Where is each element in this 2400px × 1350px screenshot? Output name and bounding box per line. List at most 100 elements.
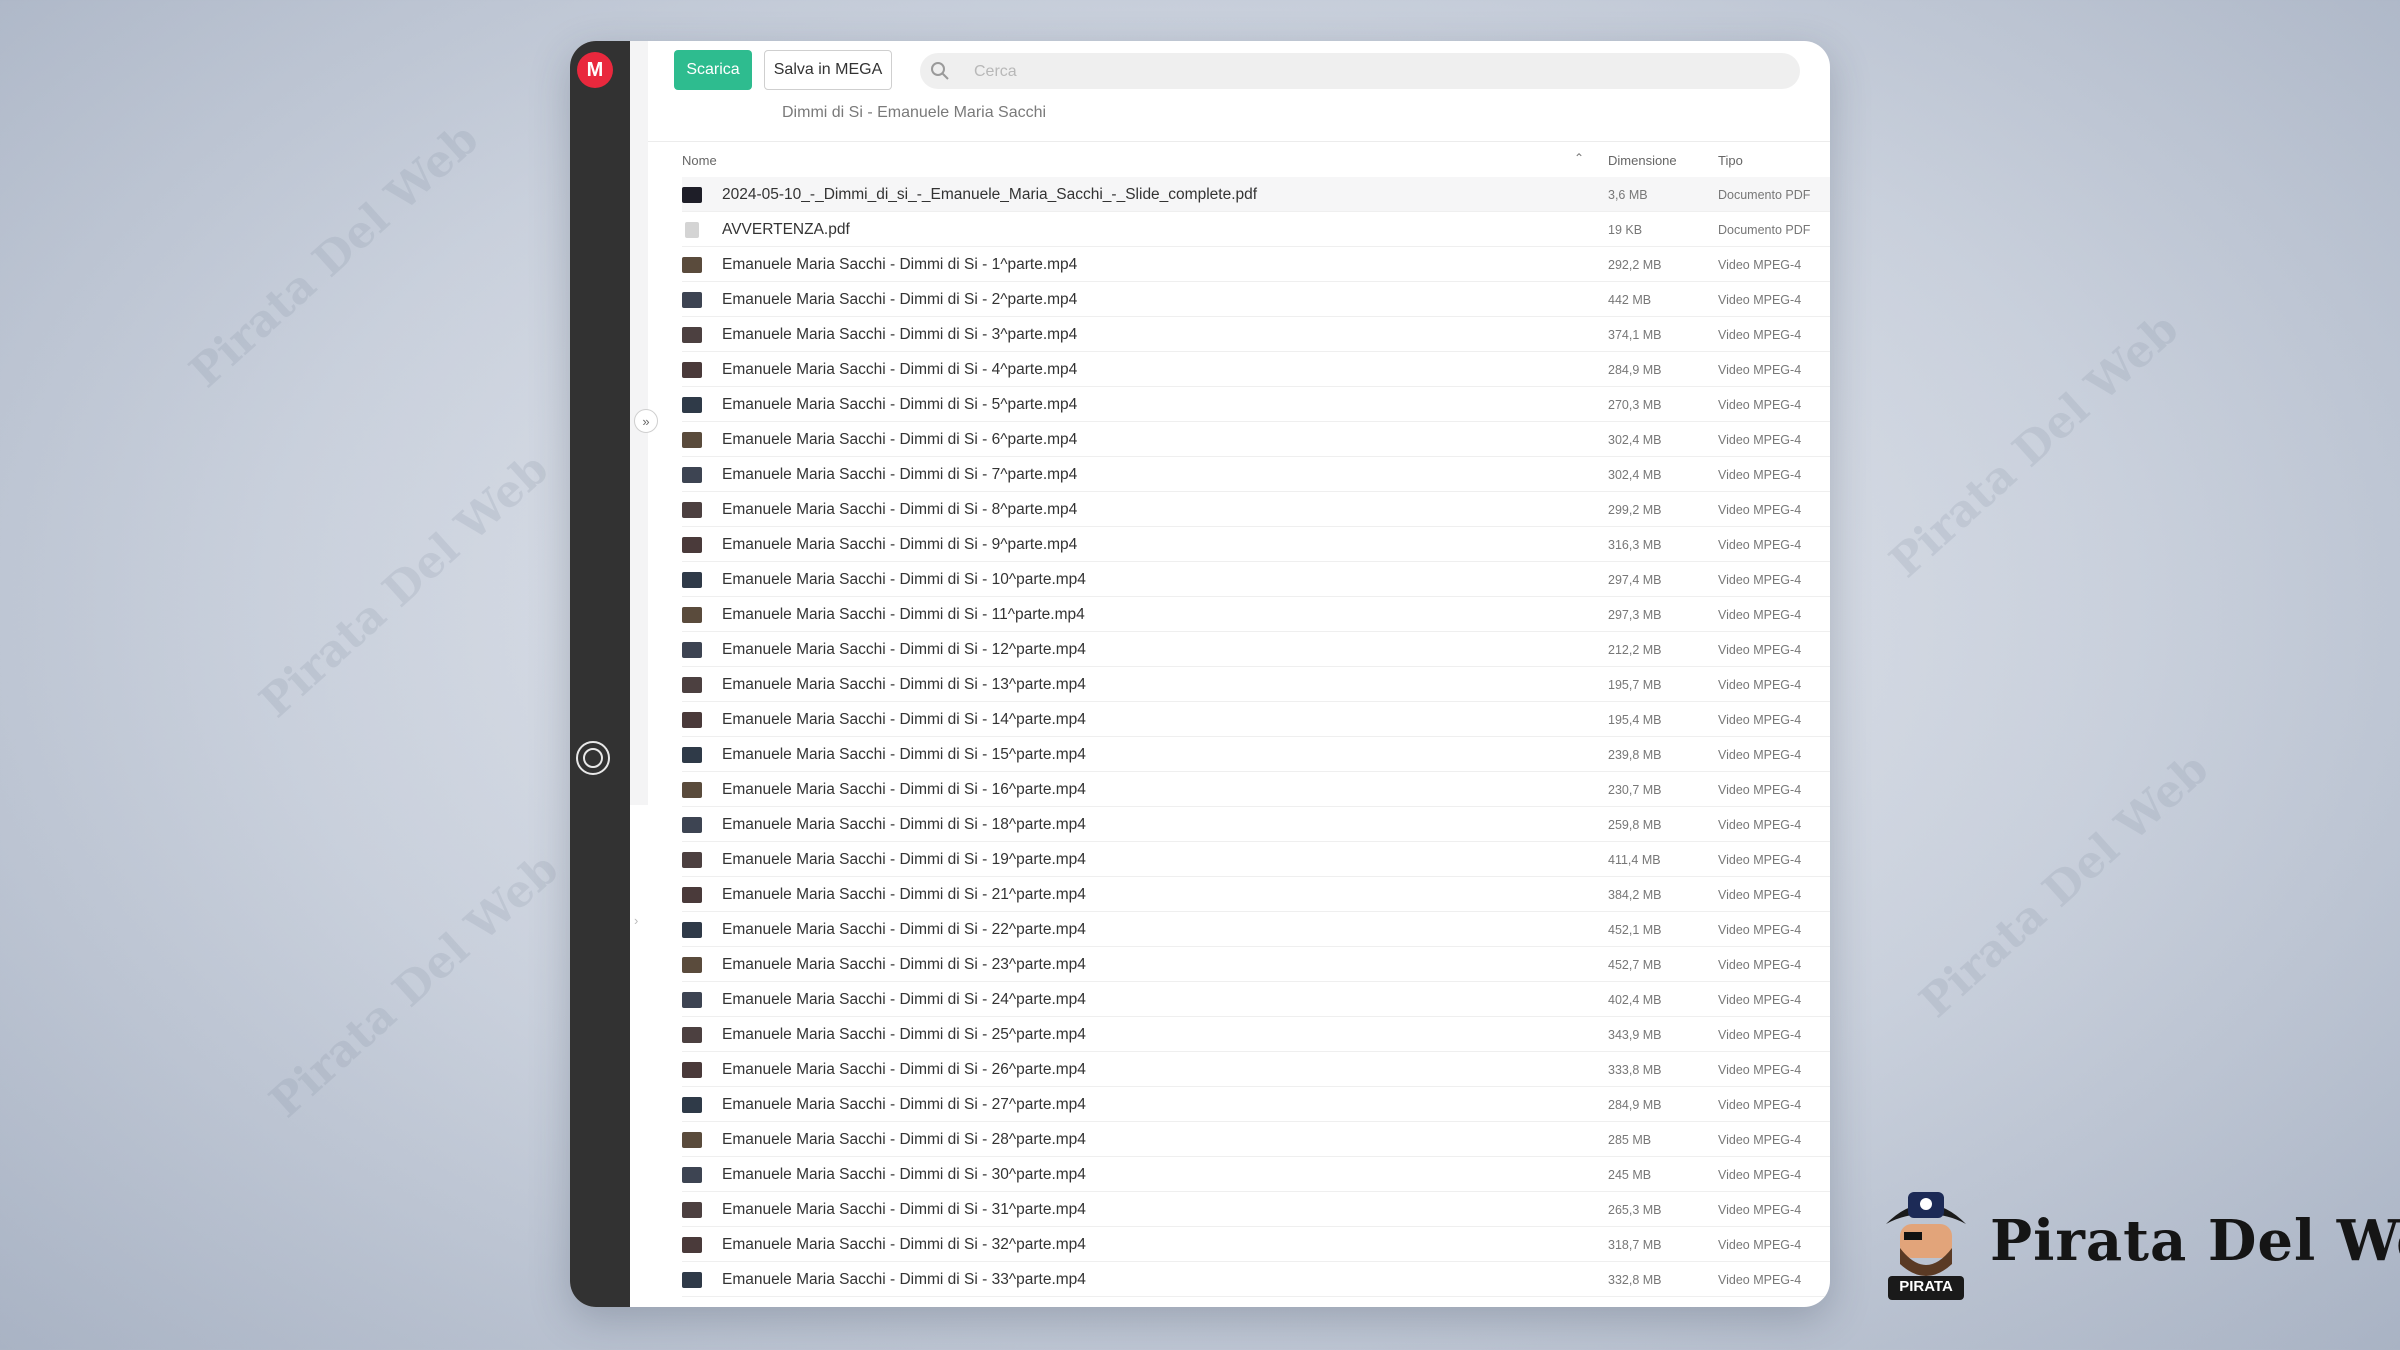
table-row[interactable]: Emanuele Maria Sacchi - Dimmi di Si - 18… — [682, 807, 1830, 842]
table-row[interactable]: Emanuele Maria Sacchi - Dimmi di Si - 25… — [682, 1017, 1830, 1052]
table-row[interactable]: Emanuele Maria Sacchi - Dimmi di Si - 14… — [682, 702, 1830, 737]
divider — [648, 141, 1830, 142]
table-row[interactable]: 2024-05-10_-_Dimmi_di_si_-_Emanuele_Mari… — [682, 177, 1830, 212]
file-name: Emanuele Maria Sacchi - Dimmi di Si - 22… — [722, 921, 1086, 938]
file-name: Emanuele Maria Sacchi - Dimmi di Si - 2^… — [722, 291, 1078, 308]
video-thumbnail — [682, 922, 702, 938]
file-size: 259,8 MB — [1608, 818, 1662, 832]
table-row[interactable]: Emanuele Maria Sacchi - Dimmi di Si - 11… — [682, 597, 1830, 632]
table-row[interactable]: Emanuele Maria Sacchi - Dimmi di Si - 9^… — [682, 527, 1830, 562]
mega-logo[interactable]: M — [577, 52, 613, 88]
file-name: AVVERTENZA.pdf — [722, 221, 850, 238]
search-input[interactable] — [972, 53, 1776, 91]
column-name[interactable]: Nome — [682, 153, 717, 168]
file-type: Video MPEG-4 — [1718, 258, 1802, 272]
video-thumbnail — [682, 502, 702, 518]
table-row[interactable]: Emanuele Maria Sacchi - Dimmi di Si - 3^… — [682, 317, 1830, 352]
video-thumbnail — [682, 677, 702, 693]
column-type[interactable]: Tipo — [1718, 153, 1743, 168]
table-row[interactable]: Emanuele Maria Sacchi - Dimmi di Si - 13… — [682, 667, 1830, 702]
file-name: Emanuele Maria Sacchi - Dimmi di Si - 4^… — [722, 361, 1078, 378]
table-row[interactable]: Emanuele Maria Sacchi - Dimmi di Si - 2^… — [682, 282, 1830, 317]
file-size: 212,2 MB — [1608, 643, 1662, 657]
video-thumbnail — [682, 817, 702, 833]
file-size: 297,3 MB — [1608, 608, 1662, 622]
file-size: 195,7 MB — [1608, 678, 1662, 692]
video-thumbnail — [682, 782, 702, 798]
file-name: Emanuele Maria Sacchi - Dimmi di Si - 26… — [722, 1061, 1086, 1078]
file-name: Emanuele Maria Sacchi - Dimmi di Si - 6^… — [722, 431, 1078, 448]
table-header: Nome ⌃ Dimensione Tipo — [682, 149, 1830, 173]
table-row[interactable]: Emanuele Maria Sacchi - Dimmi di Si - 5^… — [682, 387, 1830, 422]
file-name: Emanuele Maria Sacchi - Dimmi di Si - 32… — [722, 1236, 1086, 1253]
mega-folder-window: M » › Scarica Salva in MEGA Dimmi di Si … — [570, 41, 1830, 1307]
download-button[interactable]: Scarica — [674, 50, 752, 90]
table-row[interactable]: Emanuele Maria Sacchi - Dimmi di Si - 27… — [682, 1087, 1830, 1122]
search-bar[interactable] — [920, 53, 1800, 91]
table-row[interactable]: Emanuele Maria Sacchi - Dimmi di Si - 23… — [682, 947, 1830, 982]
brand-badge: PIRATA — [1899, 1278, 1953, 1295]
table-row[interactable]: Emanuele Maria Sacchi - Dimmi di Si - 1^… — [682, 247, 1830, 282]
table-row[interactable]: Emanuele Maria Sacchi - Dimmi di Si - 6^… — [682, 422, 1830, 457]
video-thumbnail — [682, 292, 702, 308]
video-thumbnail — [682, 852, 702, 868]
file-name: Emanuele Maria Sacchi - Dimmi di Si - 25… — [722, 1026, 1086, 1043]
file-type: Video MPEG-4 — [1718, 1273, 1802, 1287]
table-row[interactable]: Emanuele Maria Sacchi - Dimmi di Si - 30… — [682, 1157, 1830, 1192]
pdf-thumbnail — [682, 187, 702, 203]
video-thumbnail — [682, 1097, 702, 1113]
file-type: Video MPEG-4 — [1718, 678, 1802, 692]
table-row[interactable]: Emanuele Maria Sacchi - Dimmi di Si - 16… — [682, 772, 1830, 807]
table-row[interactable]: Emanuele Maria Sacchi - Dimmi di Si - 24… — [682, 982, 1830, 1017]
table-row[interactable]: Emanuele Maria Sacchi - Dimmi di Si - 10… — [682, 562, 1830, 597]
table-row[interactable]: Emanuele Maria Sacchi - Dimmi di Si - 21… — [682, 877, 1830, 912]
sort-ascending-icon[interactable]: ⌃ — [1574, 151, 1584, 165]
table-row[interactable]: Emanuele Maria Sacchi - Dimmi di Si - 22… — [682, 912, 1830, 947]
video-thumbnail — [682, 432, 702, 448]
table-row[interactable]: Emanuele Maria Sacchi - Dimmi di Si - 19… — [682, 842, 1830, 877]
file-size: 285 MB — [1608, 1133, 1652, 1147]
table-row[interactable]: Emanuele Maria Sacchi - Dimmi di Si - 28… — [682, 1122, 1830, 1157]
file-size: 284,9 MB — [1608, 1098, 1662, 1112]
table-row[interactable]: Emanuele Maria Sacchi - Dimmi di Si - 8^… — [682, 492, 1830, 527]
file-size: 333,8 MB — [1608, 1063, 1662, 1077]
file-name: Emanuele Maria Sacchi - Dimmi di Si - 21… — [722, 886, 1086, 903]
table-row[interactable]: Emanuele Maria Sacchi - Dimmi di Si - 32… — [682, 1227, 1830, 1262]
file-name: Emanuele Maria Sacchi - Dimmi di Si - 13… — [722, 676, 1086, 693]
file-type: Video MPEG-4 — [1718, 573, 1802, 587]
table-row[interactable]: AVVERTENZA.pdf 19 KB Documento PDF — [682, 212, 1830, 247]
watermark-text: Pirata Del Web — [1910, 743, 2219, 1028]
file-size: 265,3 MB — [1608, 1203, 1662, 1217]
file-size: 316,3 MB — [1608, 538, 1662, 552]
table-row[interactable]: Emanuele Maria Sacchi - Dimmi di Si - 33… — [682, 1262, 1830, 1297]
table-row[interactable]: Emanuele Maria Sacchi - Dimmi di Si - 4^… — [682, 352, 1830, 387]
file-size: 384,2 MB — [1608, 888, 1662, 902]
table-row[interactable]: Emanuele Maria Sacchi - Dimmi di Si - 26… — [682, 1052, 1830, 1087]
video-thumbnail — [682, 537, 702, 553]
table-row[interactable]: Emanuele Maria Sacchi - Dimmi di Si - 31… — [682, 1192, 1830, 1227]
file-type: Video MPEG-4 — [1718, 503, 1802, 517]
file-type: Video MPEG-4 — [1718, 363, 1802, 377]
file-size: 452,1 MB — [1608, 923, 1662, 937]
pdf-file-icon — [685, 222, 699, 238]
file-type: Video MPEG-4 — [1718, 1168, 1802, 1182]
file-type: Video MPEG-4 — [1718, 853, 1802, 867]
table-row[interactable]: Emanuele Maria Sacchi - Dimmi di Si - 12… — [682, 632, 1830, 667]
account-icon[interactable] — [576, 741, 610, 775]
column-size[interactable]: Dimensione — [1608, 153, 1677, 168]
file-size: 3,6 MB — [1608, 188, 1648, 202]
file-size: 343,9 MB — [1608, 1028, 1662, 1042]
file-type: Documento PDF — [1718, 223, 1811, 237]
file-size: 452,7 MB — [1608, 958, 1662, 972]
expand-panel-icon[interactable]: » — [634, 409, 658, 433]
table-row[interactable]: Emanuele Maria Sacchi - Dimmi di Si - 15… — [682, 737, 1830, 772]
table-row[interactable]: Emanuele Maria Sacchi - Dimmi di Si - 7^… — [682, 457, 1830, 492]
file-type: Video MPEG-4 — [1718, 993, 1802, 1007]
file-name: Emanuele Maria Sacchi - Dimmi di Si - 11… — [722, 606, 1085, 623]
file-type: Video MPEG-4 — [1718, 783, 1802, 797]
video-thumbnail — [682, 257, 702, 273]
video-thumbnail — [682, 1237, 702, 1253]
breadcrumb[interactable]: Dimmi di Si - Emanuele Maria Sacchi — [782, 104, 1046, 122]
save-to-mega-button[interactable]: Salva in MEGA — [764, 50, 892, 90]
chevron-right-icon[interactable]: › — [634, 913, 644, 935]
